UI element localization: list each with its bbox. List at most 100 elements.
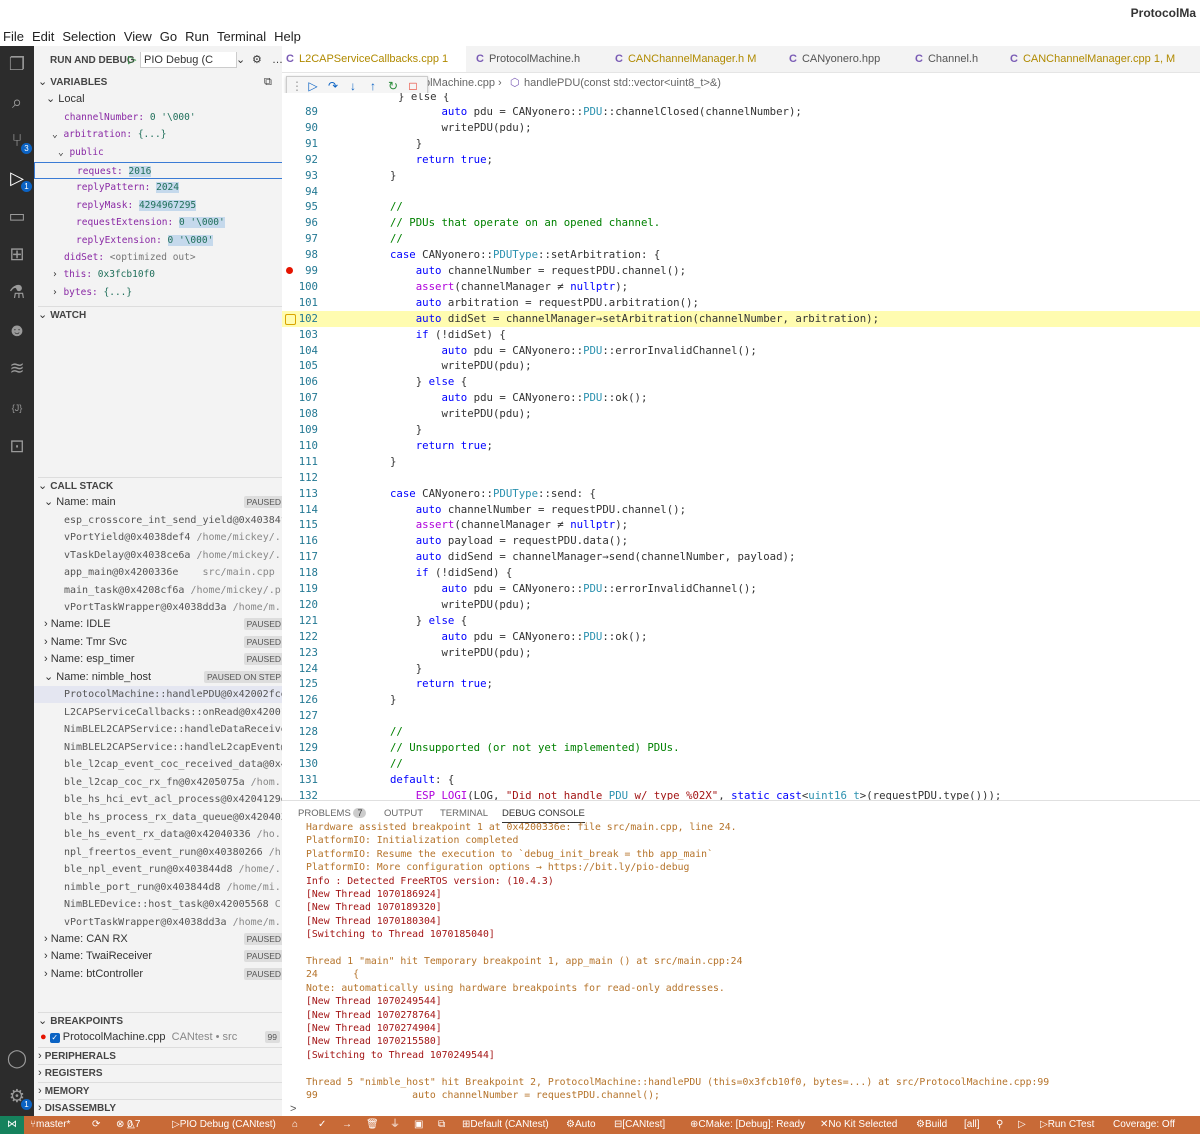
thread-idle[interactable]: › Name: IDLE PAUSED [44,616,292,633]
tab-problems[interactable]: PROBLEMS 7 [298,808,367,819]
stack-frame[interactable]: vPortYield@0x4038def4 /home/mickey/... [64,529,312,546]
thread-nimble-host[interactable]: ⌄ Name: nimble_host PAUSED ON STEP [44,669,292,686]
remote-icon[interactable]: ⋈ [0,1116,24,1134]
search-icon[interactable]: ⌕ [5,90,29,114]
stack-frame-current[interactable]: ProtocolMachine::handlePDU@0x42002fce : [34,686,312,703]
debug-target-icon[interactable]: ⚲ [996,1116,1003,1134]
arrow-right-icon[interactable]: → [342,1116,352,1134]
sync-icon[interactable]: ⟳ [92,1116,100,1134]
target-all[interactable]: [all] [964,1116,980,1134]
tab-channel-h[interactable]: C Channel.h [915,46,978,72]
stack-frame[interactable]: ble_hs_event_rx_data@0x42040336 /ho... [64,826,312,843]
var-row[interactable]: didSet: <optimized out> [64,249,312,266]
account-icon[interactable]: ◯ [5,1046,29,1070]
stack-frame[interactable]: ble_hs_hci_evt_acl_process@0x4204129e / [64,791,312,808]
gear-icon[interactable]: ⚙ 1 [5,1084,32,1110]
menu-edit[interactable]: Edit [29,26,59,44]
thread-esp-timer[interactable]: › Name: esp_timer PAUSED [44,651,292,668]
menu-file[interactable]: File [0,26,29,44]
cmake-status[interactable]: ⊕ CMake: [Debug]: Ready [690,1116,805,1134]
var-row[interactable]: › this: 0x3fcb10f0 [52,266,300,283]
var-row[interactable]: › bytes: {...} [52,284,300,301]
disassembly-section[interactable]: › DISASSEMBLY [38,1099,286,1117]
restart-icon[interactable]: ↻ [385,78,401,94]
callstack-section[interactable]: ⌄ CALL STACK [38,477,286,495]
stack-frame[interactable]: nimble_port_run@0x403844d8 /home/mi... [64,879,312,896]
stack-frame[interactable]: esp_crosscore_int_send_yield@0x40384faa [64,512,312,529]
start-debug-icon[interactable]: ▷ [128,52,136,69]
tab-protocolmachine-h[interactable]: C ProtocolMachine.h [476,46,580,72]
menu-selection[interactable]: Selection [59,26,120,44]
collapse-all-icon[interactable]: ⧉ [264,74,272,91]
stack-frame[interactable]: NimBLEL2CAPService::handleL2capEvent@0x4… [64,739,312,756]
gear-icon[interactable]: ⚙ [252,52,262,69]
stack-frame[interactable]: vPortTaskWrapper@0x4038dd3a /home/m... [64,599,312,616]
check-icon[interactable]: ✓ [318,1116,326,1134]
menu-run[interactable]: Run [182,26,214,44]
tab-output[interactable]: OUTPUT [384,808,423,819]
stack-frame[interactable]: npl_freertos_event_run@0x40380266 /h... [64,844,312,861]
step-over-icon[interactable]: ↷ [325,78,341,94]
peripherals-section[interactable]: › PERIPHERALS [38,1047,286,1065]
stack-frame[interactable]: main_task@0x4208cf6a /home/mickey/.p... [64,582,312,599]
auto-indicator[interactable]: ⚙ Auto [566,1116,596,1134]
source-control-icon[interactable]: ⑂ 3 [5,128,32,154]
explorer-icon[interactable]: ❐ [5,52,29,76]
breakpoints-section[interactable]: ⌄ BREAKPOINTS [38,1012,286,1030]
stack-frame[interactable]: app_main@0x4200336e src/main.cpp80 [64,564,312,581]
stack-frame[interactable]: NimBLEL2CAPService::handleDataReceivedEv… [64,721,312,738]
chevron-down-icon[interactable]: ⌄ [236,52,245,69]
platformio-icon[interactable]: ☻ [5,318,29,342]
problems-indicator[interactable]: ⊗ 0 △ 7 [116,1116,140,1134]
panel-icon[interactable]: ⊡ [5,434,29,458]
stack-frame[interactable]: ble_hs_process_rx_data_queue@0x4204031a [64,809,312,826]
coverage-indicator[interactable]: Coverage: Off [1113,1116,1175,1134]
registers-section[interactable]: › REGISTERS [38,1064,286,1082]
target-indicator[interactable]: ⊟ [CANtest] [614,1116,665,1134]
project-icon[interactable]: ⧉ [438,1116,445,1134]
stack-frame[interactable]: L2CAPServiceCallbacks::onRead@0x42001710 [64,704,312,721]
tab-canyonero-hpp[interactable]: C CANyonero.hpp [789,46,880,72]
stack-frame[interactable]: vTaskDelay@0x4038ce6a /home/mickey/... [64,547,312,564]
stop-icon[interactable]: □ [405,78,421,94]
stack-frame[interactable]: ble_l2cap_event_coc_received_data@0x4205… [64,756,312,773]
thread-tmr-svc[interactable]: › Name: Tmr Svc PAUSED [44,634,292,651]
stack-frame[interactable]: vPortTaskWrapper@0x4038dd3a /home/m... [64,914,312,931]
step-out-icon[interactable]: ↑ [365,78,381,94]
debug-config-select[interactable]: PIO Debug (C [140,52,237,68]
tab-terminal[interactable]: TERMINAL [440,808,488,819]
docker-icon[interactable]: ≋ [5,356,29,380]
checkbox-icon[interactable]: ✓ [49,1033,60,1043]
thread-btcontroller[interactable]: › Name: btController PAUSED [44,966,292,983]
debug-indicator[interactable]: ▷ PIO Debug (CANtest) [172,1116,276,1134]
watch-section[interactable]: ⌄ WATCH [38,306,286,324]
variables-section[interactable]: ⌄ VARIABLES ⧉ [38,74,286,91]
menu-view[interactable]: View [121,26,157,44]
stack-frame[interactable]: ble_npl_event_run@0x403844d8 /home/... [64,861,312,878]
menu-help[interactable]: Help [271,26,306,44]
var-row[interactable]: ⌄ arbitration: {...} [52,126,300,143]
var-row-selected[interactable]: request: 2016 [34,162,284,179]
continue-icon[interactable]: ▷ [305,78,321,94]
memory-section[interactable]: › MEMORY [38,1082,286,1100]
ctest-button[interactable]: ▷ Run CTest [1040,1116,1094,1134]
trash-icon[interactable]: 🗑 [366,1116,379,1134]
tab-canchannelmanager-h[interactable]: C CANChannelManager.h M [615,46,756,72]
thread-can-rx[interactable]: › Name: CAN RX PAUSED [44,931,292,948]
terminal-icon[interactable]: ▣ [414,1116,423,1134]
breakpoint-item[interactable]: ● ✓ ProtocolMachine.cpp CANtest • src 99 [40,1029,288,1046]
plug-icon[interactable]: ⏚ [390,1116,400,1134]
var-row[interactable]: channelNumber: 0 '\000' [64,109,312,126]
stack-frame[interactable]: NimBLEDevice::host_task@0x42005568 C... [64,896,312,913]
menu-go[interactable]: Go [157,26,182,44]
run-icon[interactable]: ▷ [1018,1116,1026,1134]
branch-indicator[interactable]: ⑂ master* [30,1116,70,1134]
scope-local[interactable]: ⌄ Local [46,91,294,108]
remote-explorer-icon[interactable]: ▭ [5,204,29,228]
env-indicator[interactable]: ⊞ Default (CANtest) [462,1116,549,1134]
menu-terminal[interactable]: Terminal [214,26,271,44]
stack-frame[interactable]: ble_l2cap_coc_rx_fn@0x4205075a /hom... [64,774,312,791]
home-icon[interactable]: ⌂ [292,1116,298,1134]
tab-canchannelmanager-cpp[interactable]: C CANChannelManager.cpp 1, M [1010,46,1175,72]
run-debug-icon[interactable]: ▷ 1 [5,166,32,192]
